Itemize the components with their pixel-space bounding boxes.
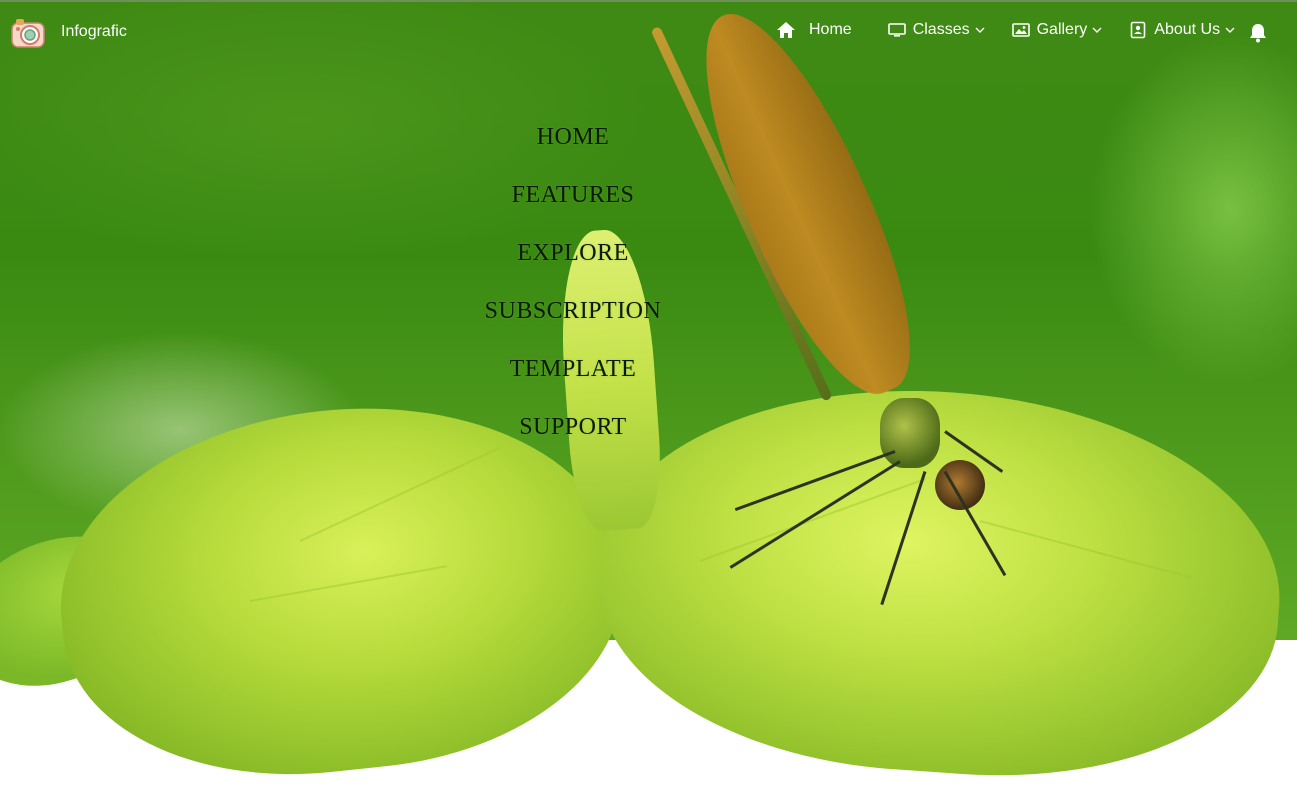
dragonfly-thorax xyxy=(880,398,940,468)
nav-item-about[interactable]: About Us xyxy=(1128,20,1235,40)
dragonfly-head xyxy=(935,460,985,510)
nav-item-home[interactable]: Home xyxy=(776,20,852,40)
chevron-down-icon xyxy=(1092,26,1102,34)
nav-item-home-label: Home xyxy=(809,21,852,38)
menu-item-subscription[interactable]: SUBSCRIPTION xyxy=(473,288,673,346)
image-icon xyxy=(1011,20,1031,40)
nav-item-classes-label: Classes xyxy=(912,21,970,38)
menu-item-features[interactable]: FEATURES xyxy=(473,172,673,230)
center-menu: HOME FEATURES EXPLORE SUBSCRIPTION TEMPL… xyxy=(473,114,673,462)
menu-item-template[interactable]: TEMPLATE xyxy=(473,346,673,404)
brand-name: Infografic xyxy=(61,23,127,40)
leaf-right xyxy=(587,368,1293,796)
nav-item-classes[interactable]: Classes xyxy=(887,20,985,40)
menu-item-home[interactable]: HOME xyxy=(473,114,673,172)
nav-menu: Home Classes Gallery About Us xyxy=(776,20,1235,40)
chevron-down-icon xyxy=(1225,26,1235,34)
chevron-down-icon xyxy=(975,26,985,34)
monitor-icon xyxy=(887,20,907,40)
camera-icon xyxy=(11,19,45,48)
nav-item-gallery[interactable]: Gallery xyxy=(1011,20,1103,40)
contact-card-icon xyxy=(1128,20,1148,40)
nav-item-gallery-label: Gallery xyxy=(1036,21,1088,38)
menu-item-support[interactable]: SUPPORT xyxy=(473,404,673,462)
home-icon xyxy=(776,20,796,40)
top-navbar: Infografic Home Classes Gallery About Us xyxy=(0,0,1297,64)
menu-item-explore[interactable]: EXPLORE xyxy=(473,230,673,288)
bell-icon[interactable] xyxy=(1247,22,1269,44)
brand[interactable]: Infografic xyxy=(10,14,127,50)
nav-item-about-label: About Us xyxy=(1154,21,1221,38)
